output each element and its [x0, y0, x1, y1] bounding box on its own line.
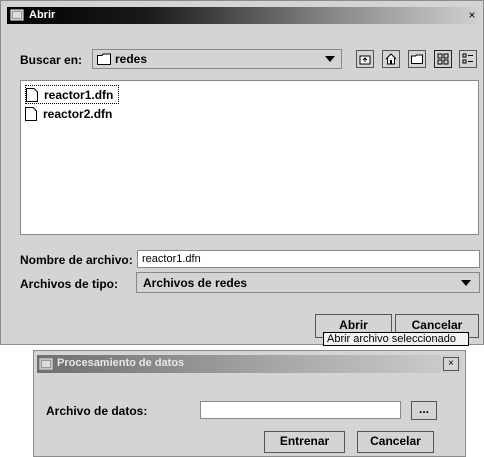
close-icon[interactable]: ×	[443, 357, 459, 371]
data-file-label: Archivo de datos:	[46, 404, 148, 418]
open-dialog: Abrir × Buscar en: redes reactor1.dfn re…	[0, 0, 484, 346]
new-folder-icon	[411, 54, 423, 64]
data-file-field[interactable]	[200, 401, 401, 419]
up-folder-button[interactable]	[356, 50, 374, 68]
home-button[interactable]	[382, 50, 400, 68]
up-folder-icon	[359, 55, 371, 65]
title-bar: Abrir ×	[7, 7, 479, 24]
tooltip: Abrir archivo seleccionado	[323, 332, 469, 346]
filetype-combo[interactable]: Archivos de redes	[136, 272, 480, 293]
browse-button[interactable]: ...	[411, 401, 437, 420]
filetype-label: Archivos de tipo:	[20, 277, 119, 291]
list-item[interactable]: reactor2.dfn	[25, 105, 117, 122]
file-icon	[26, 88, 38, 102]
filename-field[interactable]: reactor1.dfn	[137, 250, 480, 268]
look-in-combo[interactable]: redes	[92, 49, 342, 69]
chevron-down-icon[interactable]	[325, 56, 335, 62]
home-icon	[385, 53, 397, 65]
train-button[interactable]: Entrenar	[264, 431, 345, 453]
details-view-icon	[462, 53, 473, 64]
process-dialog: Procesamiento de datos × Archivo de dato…	[33, 350, 466, 457]
current-folder: redes	[115, 52, 148, 66]
file-icon	[25, 107, 37, 121]
list-view-icon	[437, 53, 449, 65]
file-name: reactor1.dfn	[44, 88, 114, 102]
list-item[interactable]: reactor1.dfn	[25, 85, 119, 104]
details-view-button[interactable]	[459, 50, 477, 68]
filetype-value: Archivos de redes	[143, 276, 248, 290]
folder-icon	[97, 53, 111, 65]
look-in-label: Buscar en:	[20, 53, 83, 67]
chevron-down-icon[interactable]	[461, 280, 471, 286]
new-folder-button[interactable]	[408, 50, 426, 68]
app-icon	[39, 358, 53, 370]
app-icon	[10, 9, 24, 21]
dialog-title: Procesamiento de datos	[57, 357, 185, 369]
file-list[interactable]: reactor1.dfn reactor2.dfn	[20, 80, 479, 235]
filename-label: Nombre de archivo:	[20, 253, 133, 267]
file-name: reactor2.dfn	[43, 107, 113, 121]
close-icon[interactable]: ×	[465, 7, 479, 23]
dialog-title: Abrir	[29, 9, 56, 21]
list-view-button[interactable]	[434, 50, 452, 68]
title-bar: Procesamiento de datos ×	[37, 355, 462, 373]
cancel-button[interactable]: Cancelar	[357, 431, 434, 453]
